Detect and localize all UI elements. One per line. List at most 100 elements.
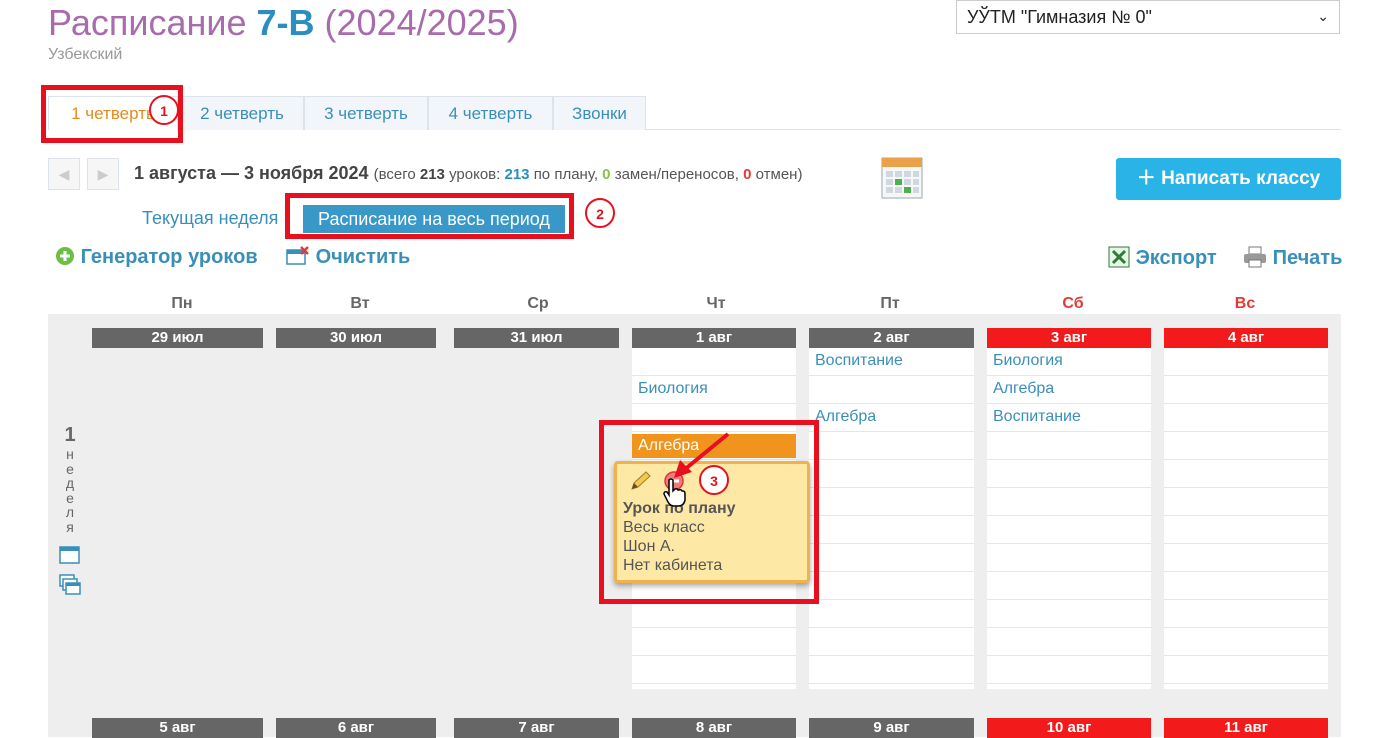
- lessons-word: уроков:: [449, 166, 501, 183]
- day-column-sat: Биология Алгебра Воспитание: [987, 348, 1151, 689]
- date-bar: 9 авг: [809, 718, 974, 738]
- lesson-cell[interactable]: [987, 572, 1151, 600]
- week-word: неделя: [65, 446, 75, 535]
- lesson-cell[interactable]: [809, 516, 974, 544]
- title-prefix: Расписание: [48, 2, 247, 43]
- day-header-thu: Чт: [706, 295, 726, 312]
- week-view-icon[interactable]: [59, 546, 80, 564]
- lesson-cell[interactable]: [809, 628, 974, 656]
- lesson-cell[interactable]: [1164, 376, 1328, 404]
- date-bar: 10 авг: [987, 718, 1151, 738]
- clear-button[interactable]: Очистить: [286, 246, 410, 269]
- tab-quarter-3[interactable]: 3 четверть: [304, 96, 428, 130]
- export-button[interactable]: Экспорт: [1108, 246, 1217, 270]
- plus-icon: ＋: [1136, 168, 1156, 189]
- copy-week-icon[interactable]: [59, 574, 81, 596]
- lesson-cell[interactable]: [632, 656, 796, 684]
- planned-count: 213: [504, 166, 530, 183]
- date-bar: 29 июл: [92, 328, 263, 348]
- lesson-cell[interactable]: [809, 488, 974, 516]
- lesson-cell[interactable]: Воспитание: [809, 348, 974, 376]
- tab-quarter-4[interactable]: 4 четверть: [428, 96, 553, 130]
- day-column-fri: Воспитание Алгебра: [809, 348, 974, 689]
- lesson-cell[interactable]: [987, 432, 1151, 460]
- day-header-fri: Пт: [880, 295, 900, 312]
- lesson-cell[interactable]: [1164, 600, 1328, 628]
- lesson-cell[interactable]: [1164, 404, 1328, 432]
- day-header-mon: Пн: [171, 295, 193, 312]
- period-range: 1 августа — 3 ноября 2024: [134, 163, 369, 183]
- lesson-cell[interactable]: [809, 460, 974, 488]
- lesson-cell[interactable]: [809, 432, 974, 460]
- date-bar: 3 авг: [987, 328, 1151, 348]
- lesson-cell[interactable]: [987, 656, 1151, 684]
- lesson-cell[interactable]: [1164, 348, 1328, 376]
- lesson-cell[interactable]: Воспитание: [987, 404, 1151, 432]
- date-bar: 6 авг: [276, 718, 436, 738]
- date-bar: 5 авг: [92, 718, 263, 738]
- lesson-cell[interactable]: Биология: [632, 376, 796, 404]
- day-header-tue: Вт: [350, 295, 370, 312]
- lesson-cell[interactable]: [809, 600, 974, 628]
- day-header-sat: Сб: [1062, 295, 1084, 312]
- calendar-grid-icon[interactable]: [881, 157, 923, 199]
- lesson-cell[interactable]: [987, 600, 1151, 628]
- date-bar: 30 июл: [276, 328, 436, 348]
- chevron-down-icon: ⌄: [1317, 8, 1329, 24]
- lesson-cell[interactable]: [632, 628, 796, 656]
- total-open: (всего: [373, 166, 416, 183]
- lesson-cell[interactable]: [1164, 432, 1328, 460]
- lesson-cell[interactable]: [1164, 656, 1328, 684]
- lesson-cell[interactable]: Алгебра: [809, 404, 974, 432]
- replacements-word: замен/переносов,: [614, 166, 739, 183]
- lesson-cell[interactable]: [987, 460, 1151, 488]
- highlight-box: [599, 420, 819, 604]
- clear-label: Очистить: [315, 246, 411, 268]
- day-header-wed: Ср: [527, 295, 549, 312]
- export-label: Экспорт: [1135, 247, 1217, 269]
- lesson-generator-button[interactable]: Генератор уроков: [55, 246, 258, 269]
- lesson-cell[interactable]: Биология: [987, 348, 1151, 376]
- date-bar: 8 авг: [632, 718, 796, 738]
- generator-label: Генератор уроков: [80, 246, 258, 268]
- planned-word: по плану,: [533, 166, 598, 183]
- next-period-button[interactable]: ▶: [87, 158, 119, 190]
- school-select[interactable]: УЎТМ "Гимназия № 0" ⌄: [956, 0, 1340, 34]
- printer-icon: [1244, 246, 1266, 268]
- tab-bells[interactable]: Звонки: [553, 96, 646, 130]
- class-name: 7-В: [256, 2, 315, 43]
- day-column-sun: [1164, 348, 1328, 689]
- lesson-cell[interactable]: [1164, 488, 1328, 516]
- lesson-cell[interactable]: [987, 628, 1151, 656]
- replacements-count: 0: [602, 166, 611, 183]
- date-bar: 4 авг: [1164, 328, 1328, 348]
- lesson-cell[interactable]: [1164, 628, 1328, 656]
- lesson-cell[interactable]: [987, 544, 1151, 572]
- lesson-cell[interactable]: [809, 656, 974, 684]
- lesson-cell[interactable]: [632, 348, 796, 376]
- lesson-cell[interactable]: [809, 572, 974, 600]
- tab-quarter-2[interactable]: 2 четверть: [180, 96, 304, 130]
- print-button[interactable]: Печать: [1243, 246, 1342, 270]
- write-class-button[interactable]: ＋ Написать классу: [1116, 158, 1341, 200]
- prev-period-button[interactable]: ◀: [48, 158, 80, 190]
- lesson-cell[interactable]: [809, 376, 974, 404]
- lesson-cell[interactable]: [1164, 572, 1328, 600]
- step-badge: 2: [585, 198, 615, 228]
- lesson-cell[interactable]: [809, 544, 974, 572]
- current-week-link[interactable]: Текущая неделя: [142, 208, 278, 229]
- day-header-sun: Вс: [1234, 295, 1256, 312]
- lesson-cell[interactable]: [1164, 460, 1328, 488]
- week-label: 1 неделя: [58, 424, 82, 534]
- lesson-cell[interactable]: [987, 488, 1151, 516]
- total-lessons: 213: [419, 166, 445, 183]
- lesson-cell[interactable]: [1164, 516, 1328, 544]
- step-badge: 3: [699, 465, 729, 495]
- excel-icon: [1108, 246, 1130, 268]
- write-class-label: Написать классу: [1161, 168, 1321, 189]
- lesson-cell[interactable]: [987, 516, 1151, 544]
- lesson-cell[interactable]: Алгебра: [987, 376, 1151, 404]
- lesson-cell[interactable]: [1164, 544, 1328, 572]
- lesson-cell[interactable]: [632, 600, 796, 628]
- clear-calendar-icon: [286, 246, 309, 265]
